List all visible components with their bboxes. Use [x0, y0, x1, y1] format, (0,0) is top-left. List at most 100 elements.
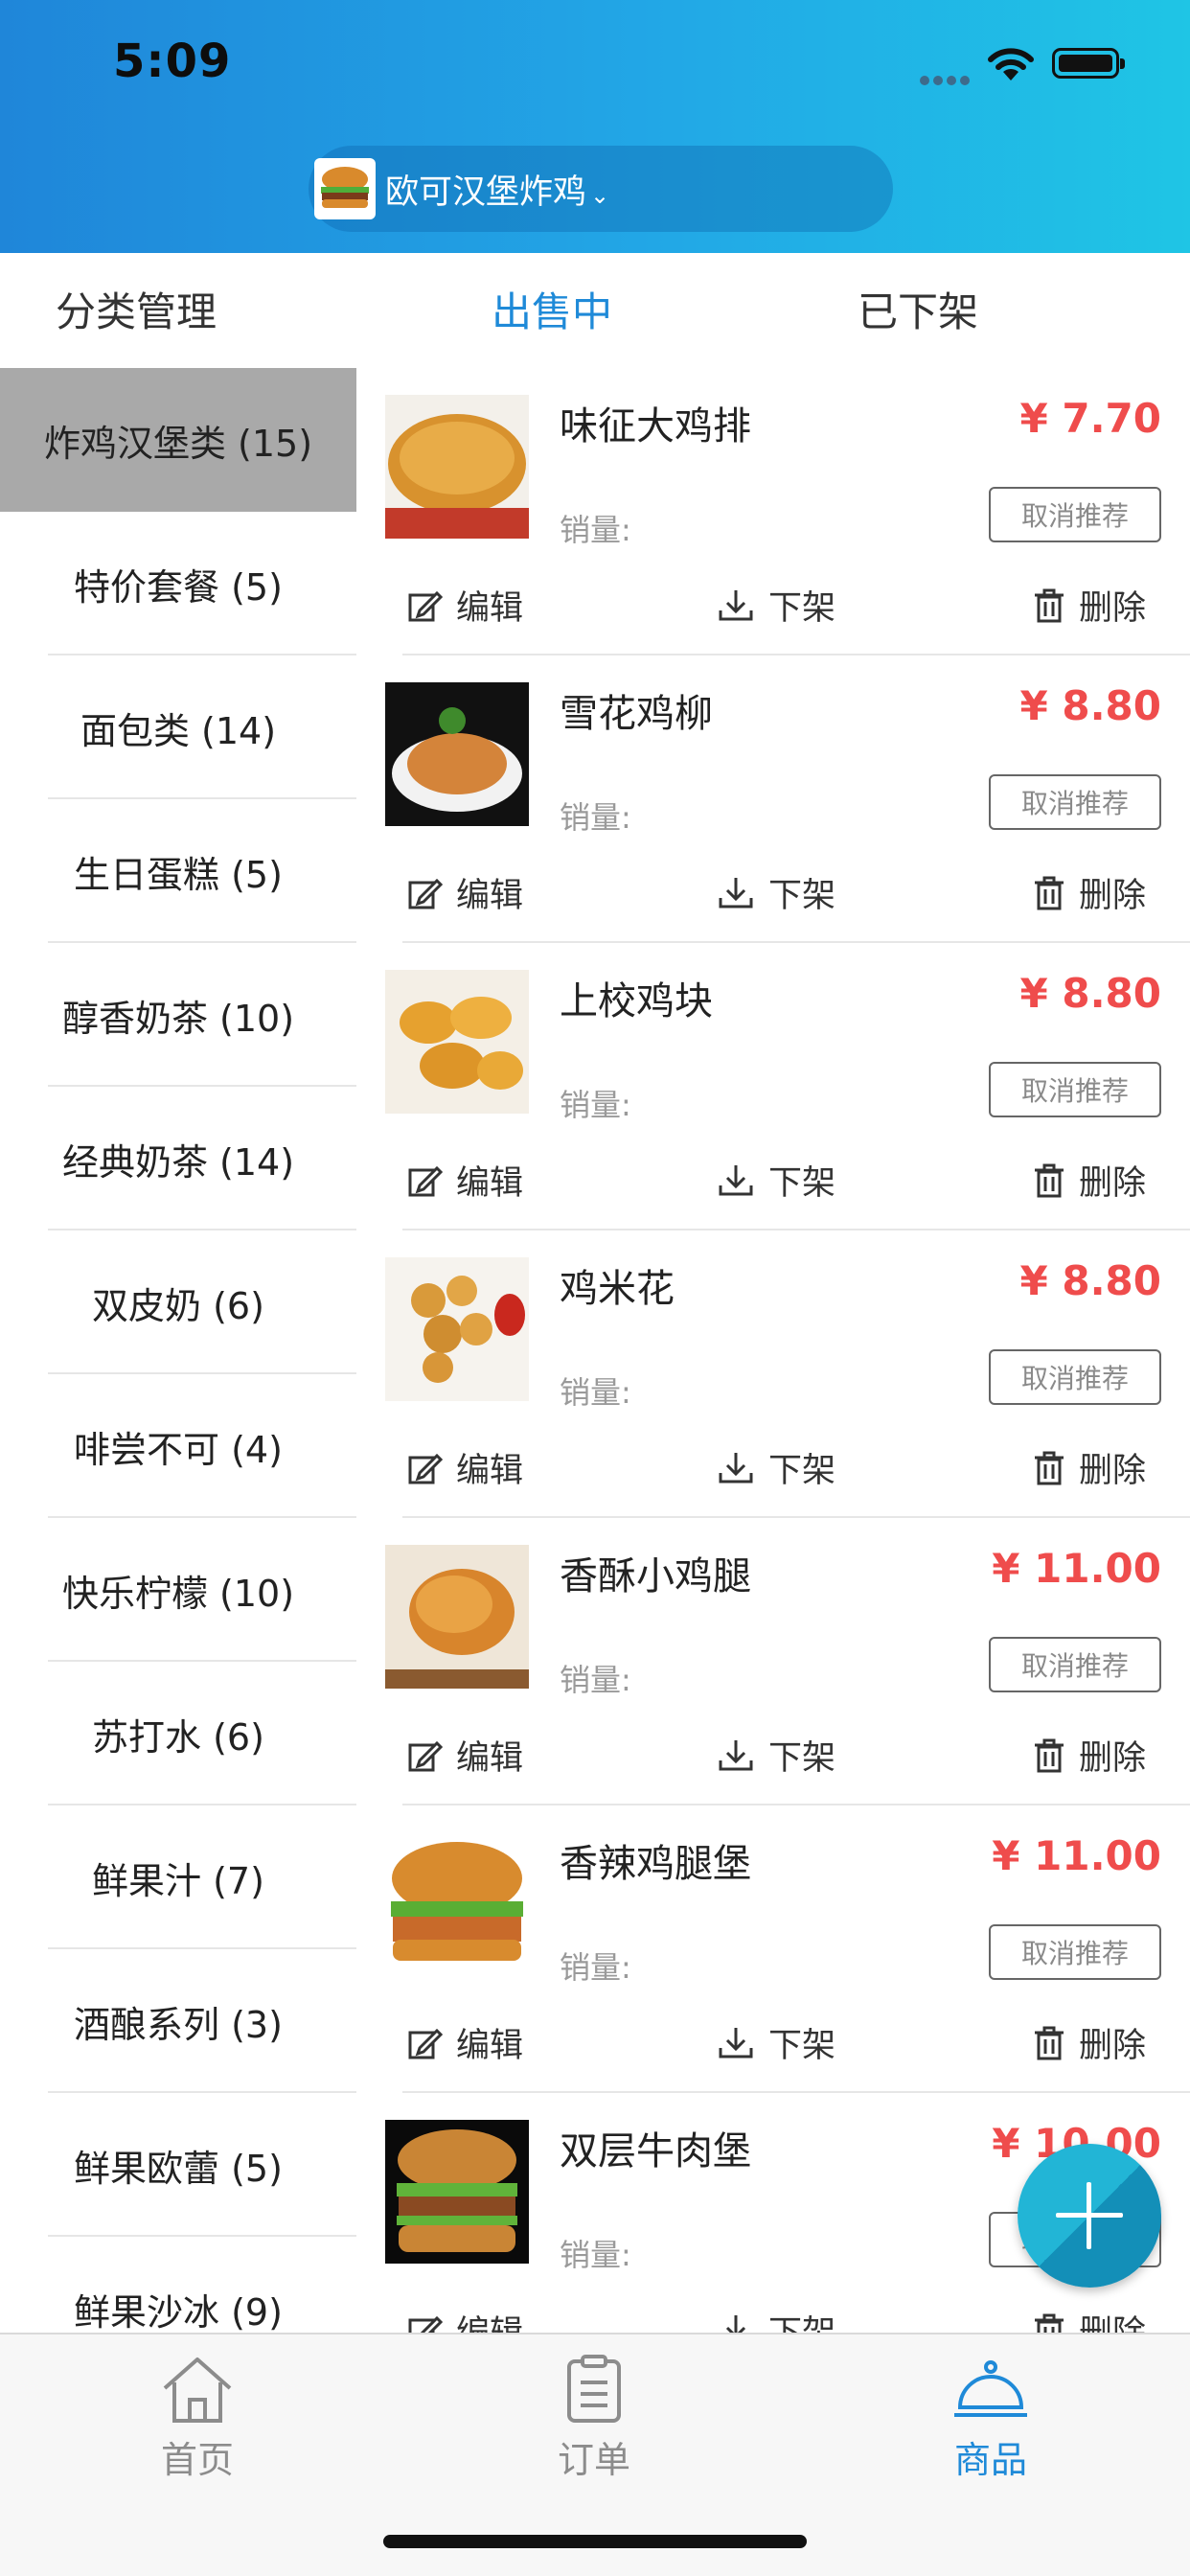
product-image — [385, 2120, 529, 2264]
product-image — [385, 970, 529, 1114]
product-name: 雪花鸡柳 — [560, 692, 713, 736]
category-item[interactable]: 经典奶茶 (14) — [0, 1087, 356, 1230]
download-icon — [719, 589, 753, 620]
delete-button[interactable]: 删除 — [1033, 1156, 1146, 1205]
sales-label: 销量: — [560, 1374, 631, 1411]
edit-icon — [408, 1165, 443, 1196]
edit-label: 编辑 — [456, 2306, 523, 2333]
wifi-icon — [988, 48, 1034, 80]
delete-button[interactable]: 删除 — [1033, 868, 1146, 917]
product-price: ¥ 7.70 — [1019, 395, 1161, 442]
status-time: 5:09 — [113, 34, 232, 88]
tab-off-shelf[interactable]: 已下架 — [858, 280, 978, 338]
store-selector[interactable]: 欧可汉堡炸鸡 ⌄ — [309, 146, 893, 232]
category-item[interactable]: 鲜果欧蕾 (5) — [0, 2093, 356, 2237]
tab-on-sale[interactable]: 出售中 — [492, 280, 612, 338]
edit-label: 编辑 — [456, 877, 524, 915]
tab-products[interactable]: 商品 — [895, 2354, 1087, 2483]
category-item[interactable]: 鲜果沙冰 (9) — [0, 2237, 356, 2334]
cancel-recommend-button[interactable]: 取消推荐 — [989, 1924, 1161, 1980]
product-name: 双层牛肉堡 — [560, 2129, 751, 2174]
delete-button[interactable]: 删除 — [1033, 1443, 1146, 1492]
download-icon — [725, 2314, 746, 2333]
sales-label: 销量: — [560, 512, 631, 548]
edit-label: 编辑 — [456, 2027, 524, 2065]
edit-button[interactable]: 编辑 — [406, 1731, 523, 1780]
edit-icon — [408, 2315, 443, 2333]
product-image — [385, 1257, 529, 1401]
edit-icon — [408, 1453, 443, 1484]
category-item[interactable]: 面包类 (14) — [0, 656, 356, 799]
add-product-button[interactable] — [1018, 2144, 1161, 2288]
download-icon — [719, 1739, 753, 1770]
category-item[interactable]: 苏打水 (6) — [0, 1662, 356, 1806]
cellular-signal-icon — [920, 71, 973, 89]
edit-icon — [408, 878, 443, 908]
tab-orders[interactable]: 订单 — [498, 2354, 690, 2483]
edit-button[interactable]: 编辑 — [406, 1156, 523, 1205]
delete-button[interactable]: 删除 — [1033, 581, 1146, 630]
tab-home[interactable]: 首页 — [102, 2354, 293, 2483]
sales-label: 销量: — [560, 2237, 631, 2273]
edit-button[interactable]: 编辑 — [406, 581, 523, 630]
category-item[interactable]: 快乐柠檬 (10) — [0, 1518, 356, 1662]
sales-label: 销量: — [560, 1949, 631, 1986]
sales-label: 销量: — [560, 799, 631, 836]
delete-label: 删除 — [1079, 2027, 1147, 2065]
unlist-button[interactable]: 下架 — [717, 2018, 835, 2067]
category-item[interactable]: 醇香奶茶 (10) — [0, 943, 356, 1087]
cancel-recommend-button[interactable]: 取消推荐 — [989, 1349, 1161, 1405]
sales-label: 销量: — [560, 1662, 631, 1698]
tab-orders-label: 订单 — [557, 2439, 630, 2481]
delete-label: 删除 — [1079, 2306, 1146, 2333]
cancel-recommend-button[interactable]: 取消推荐 — [989, 487, 1161, 542]
download-icon — [719, 1164, 753, 1195]
trash-icon — [1035, 588, 1064, 622]
category-item[interactable]: 炸鸡汉堡类 (15) — [0, 368, 356, 512]
unlist-button[interactable]: 下架 — [717, 581, 835, 630]
product-name: 香辣鸡腿堡 — [560, 1842, 751, 1886]
download-icon — [719, 877, 753, 908]
trash-icon — [1035, 1163, 1064, 1197]
product-price: ¥ 8.80 — [1019, 1257, 1161, 1304]
delete-button[interactable]: 删除 — [1033, 2018, 1146, 2067]
category-item[interactable]: 生日蛋糕 (5) — [0, 799, 356, 943]
cancel-recommend-button[interactable]: 取消推荐 — [989, 774, 1161, 830]
tab-products-label: 商品 — [953, 2439, 1027, 2481]
edit-icon — [408, 2028, 443, 2058]
cloche-icon — [954, 2360, 1027, 2417]
trash-icon — [1035, 2026, 1064, 2059]
edit-button[interactable]: 编辑 — [406, 2018, 523, 2067]
product-row: 味征大鸡排 ¥ 7.70 销量: 取消推荐 编辑 下架 删除 — [356, 368, 1190, 656]
unlist-button[interactable]: 下架 — [717, 868, 835, 917]
category-item[interactable]: 鲜果汁 (7) — [0, 1806, 356, 1949]
tab-home-label: 首页 — [160, 2439, 234, 2481]
product-price: ¥ 11.00 — [992, 1545, 1161, 1592]
product-name: 上校鸡块 — [560, 979, 713, 1024]
edit-button[interactable]: 编辑 — [406, 868, 523, 917]
unlist-button[interactable]: 下架 — [717, 1731, 835, 1780]
unlist-button[interactable]: 下架 — [717, 1156, 835, 1205]
unlist-button[interactable]: 下架 — [717, 2306, 835, 2333]
category-item[interactable]: 特价套餐 (5) — [0, 512, 356, 656]
cancel-recommend-button[interactable]: 取消推荐 — [989, 1062, 1161, 1117]
delete-button[interactable]: 删除 — [1033, 2306, 1146, 2333]
edit-button[interactable]: 编辑 — [406, 2306, 523, 2333]
unlist-label: 下架 — [768, 1452, 836, 1490]
orders-icon — [567, 2355, 621, 2423]
edit-button[interactable]: 编辑 — [406, 1443, 523, 1492]
cancel-recommend-button[interactable]: 取消推荐 — [989, 1637, 1161, 1692]
edit-label: 编辑 — [456, 1452, 524, 1490]
chevron-down-icon: ⌄ — [590, 182, 610, 209]
category-item[interactable]: 啡尝不可 (4) — [0, 1374, 356, 1518]
delete-button[interactable]: 删除 — [1033, 1731, 1146, 1780]
delete-label: 删除 — [1079, 589, 1147, 628]
download-icon — [719, 1452, 753, 1483]
category-management-link[interactable]: 分类管理 — [56, 280, 217, 338]
product-tabs: 分类管理 出售中 已下架 — [0, 253, 1190, 368]
app-header: 5:09 欧可汉堡炸鸡 ⌄ — [0, 0, 1190, 253]
category-item[interactable]: 双皮奶 (6) — [0, 1230, 356, 1374]
category-item[interactable]: 酒酿系列 (3) — [0, 1949, 356, 2093]
unlist-button[interactable]: 下架 — [717, 1443, 835, 1492]
product-row: 上校鸡块 ¥ 8.80 销量: 取消推荐 编辑 下架 删除 — [356, 943, 1190, 1230]
